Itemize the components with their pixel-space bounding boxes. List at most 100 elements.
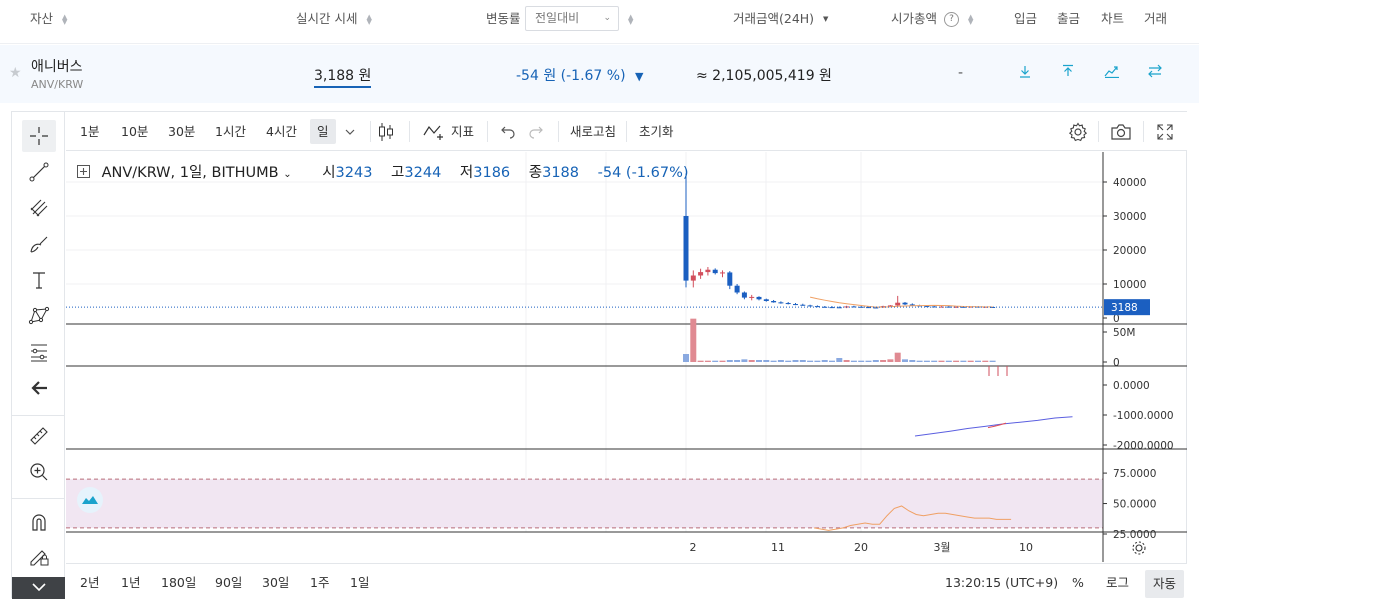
volume-bar	[858, 360, 865, 362]
log-scale-button[interactable]: 로그	[1106, 564, 1129, 599]
favorite-star-icon[interactable]: ★	[9, 65, 22, 81]
toolbar-divider	[12, 498, 65, 499]
volume-bar	[960, 360, 967, 362]
mcap-column-header[interactable]: 시가총액 ? ▲ ▼	[891, 0, 976, 38]
auto-scale-button[interactable]: 자동	[1145, 570, 1185, 598]
pattern-tool-icon[interactable]	[22, 300, 56, 332]
interval-1d-button[interactable]: 일	[310, 119, 336, 144]
legend-high-label: 고	[391, 165, 405, 181]
sort-icon: ▲ ▼	[366, 12, 372, 26]
volume-bar	[894, 352, 901, 362]
volume-bar	[865, 360, 872, 362]
legend-symbol[interactable]: ANV/KRW, 1일, BITHUMB	[102, 165, 279, 181]
percent-scale-button[interactable]: %	[1072, 564, 1084, 599]
pitchfork-tool-icon[interactable]	[22, 192, 56, 224]
chart-column-header: 차트	[1101, 11, 1125, 26]
price-axis-tick: 40000	[1113, 177, 1146, 189]
volume-bar	[975, 360, 981, 362]
range-1w-button[interactable]: 1주	[310, 564, 329, 599]
rsi-axis-tick: 75.0000	[1113, 468, 1156, 480]
indicator-logo-icon	[77, 487, 103, 513]
change-sort-button[interactable]: ▲ ▼	[623, 0, 636, 38]
text-tool-icon[interactable]	[22, 264, 56, 296]
fullscreen-icon[interactable]	[1153, 120, 1177, 144]
interval-4h-button[interactable]: 4시간	[266, 112, 297, 151]
screenshot-camera-icon[interactable]	[1109, 120, 1133, 144]
volume-bar	[770, 360, 777, 362]
volume-bar	[836, 358, 843, 362]
time-axis-label: 11	[771, 541, 785, 554]
trend-line-tool-icon[interactable]	[22, 156, 56, 188]
crosshair-tool-icon[interactable]	[22, 120, 56, 152]
interval-chevron-down-icon[interactable]	[338, 120, 362, 144]
volume-bar	[799, 360, 806, 362]
refresh-button[interactable]: 새로고침	[570, 112, 616, 151]
interval-1h-button[interactable]: 1시간	[215, 112, 246, 151]
change-column-header: 변동률	[486, 0, 521, 38]
candle	[924, 306, 930, 308]
range-1d-button[interactable]: 1일	[350, 564, 369, 599]
chart-top-toolbar: 1분 10분 30분 1시간 4시간 일 지표 새로고침 초기화	[66, 112, 1187, 151]
withdraw-icon[interactable]	[1058, 63, 1078, 83]
symbol-chevron-down-icon[interactable]: ⌄	[283, 169, 291, 180]
deposit-icon[interactable]	[1015, 63, 1035, 83]
back-arrow-icon[interactable]	[22, 372, 56, 404]
volume-bar	[967, 360, 974, 362]
volume-bar	[945, 360, 952, 362]
collapse-toolbar-icon[interactable]	[12, 577, 65, 599]
interval-10m-button[interactable]: 10분	[121, 112, 148, 151]
rsi-axis-tick: 50.0000	[1113, 499, 1156, 511]
add-symbol-icon[interactable]	[77, 165, 90, 178]
volume-bar	[763, 360, 770, 362]
interval-30m-button[interactable]: 30분	[168, 112, 195, 151]
price-column-header[interactable]: 실시간 시세 ▲ ▼	[296, 0, 374, 38]
range-2y-button[interactable]: 2년	[80, 564, 99, 599]
asset-row[interactable]: ★ 애니버스 ANV/KRW 3,188 원 -54 원 (-1.67 %) ▼…	[0, 45, 1199, 103]
price-chart[interactable]: 40000300002000010000050M00.0000-1000.000…	[66, 152, 1187, 562]
redo-icon[interactable]	[524, 120, 548, 144]
settings-gear-icon[interactable]	[1066, 120, 1090, 144]
range-180d-button[interactable]: 180일	[161, 564, 196, 599]
clock-display[interactable]: 13:20:15 (UTC+9)	[945, 564, 1058, 599]
volume-bar	[785, 360, 792, 362]
brush-tool-icon[interactable]	[22, 228, 56, 260]
help-icon[interactable]: ?	[944, 12, 959, 27]
price-axis-tick: 30000	[1113, 211, 1146, 223]
asset-name[interactable]: 애니버스	[31, 56, 83, 76]
interval-1m-button[interactable]: 1분	[80, 112, 99, 151]
deposit-column-header: 입금	[1014, 11, 1038, 26]
indicators-button[interactable]: 지표	[451, 112, 474, 151]
lock-drawing-icon[interactable]	[22, 540, 56, 572]
candle	[756, 296, 762, 300]
volume-bar	[872, 360, 879, 362]
indicators-icon[interactable]	[423, 120, 447, 144]
undo-icon[interactable]	[496, 120, 520, 144]
time-axis-label: 20	[854, 541, 868, 554]
candle	[931, 306, 937, 308]
ruler-tool-icon[interactable]	[22, 420, 56, 452]
chart-icon[interactable]	[1102, 63, 1122, 83]
magnet-icon[interactable]	[22, 506, 56, 538]
volume-bar	[931, 360, 938, 362]
candle	[683, 216, 689, 281]
candle	[793, 304, 798, 306]
volume-bar	[916, 360, 923, 362]
trade-swap-icon[interactable]	[1145, 63, 1165, 83]
volume-bar	[704, 360, 711, 362]
zoom-in-icon[interactable]	[22, 456, 56, 488]
volume-column-header[interactable]: 거래금액(24H) ▼	[733, 0, 831, 38]
asset-column-header[interactable]: 자산 ▲ ▼	[30, 0, 70, 38]
reset-button[interactable]: 초기화	[639, 112, 674, 151]
change-basis-value: 전일대비	[535, 11, 580, 25]
candle-style-icon[interactable]	[374, 120, 398, 144]
fib-tool-icon[interactable]	[22, 336, 56, 368]
asset-volume: ≈ 2,105,005,419 원	[696, 68, 832, 84]
change-basis-select[interactable]: 전일대비 ⌄	[525, 6, 619, 31]
asset-symbol: ANV/KRW	[31, 78, 84, 91]
volume-header-label: 거래금액(24H)	[733, 11, 815, 26]
range-90d-button[interactable]: 90일	[215, 564, 242, 599]
volume-bar	[850, 360, 857, 362]
range-1y-button[interactable]: 1년	[121, 564, 140, 599]
range-30d-button[interactable]: 30일	[262, 564, 289, 599]
candle	[749, 296, 755, 298]
